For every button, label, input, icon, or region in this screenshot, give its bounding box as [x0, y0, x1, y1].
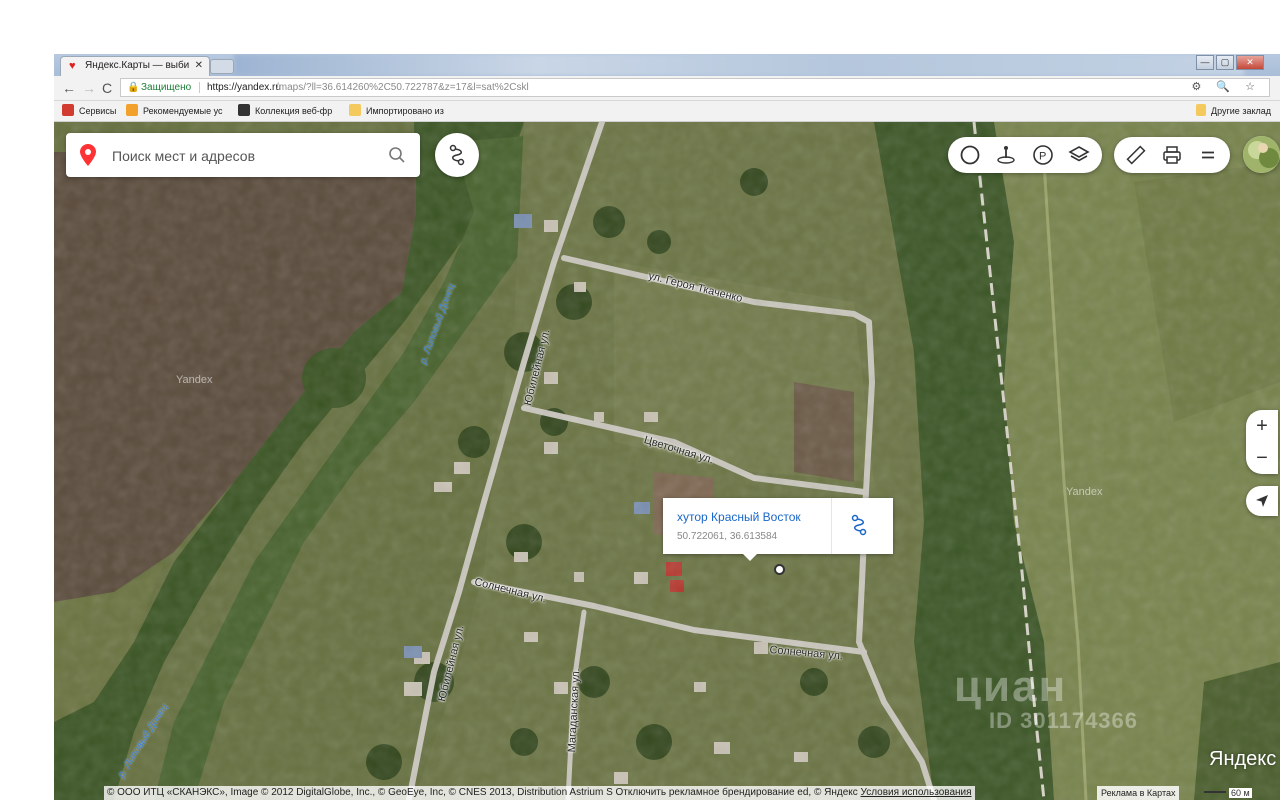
- yandex-maps-favicon-icon: ♥: [69, 60, 76, 72]
- tab-strip-background: [234, 54, 1244, 76]
- folder-icon: [349, 104, 361, 116]
- url-path: /maps/?ll=36.614260%2C50.722787&z=17&l=s…: [276, 82, 529, 93]
- print-icon: [1163, 146, 1181, 164]
- popup-divider: [831, 498, 832, 554]
- scale-value: 60 м: [1229, 788, 1252, 798]
- panorama-icon: [997, 146, 1015, 164]
- parking-button[interactable]: P: [1025, 137, 1061, 173]
- tab-title: Яндекс.Карты — выбирг: [85, 60, 189, 71]
- search-box: [66, 133, 420, 177]
- scale-bar: 60 м: [1204, 786, 1252, 800]
- route-icon[interactable]: [849, 514, 869, 536]
- user-avatar[interactable]: [1243, 136, 1280, 173]
- menu-button[interactable]: [1190, 137, 1226, 173]
- cian-watermark: циан: [954, 662, 1068, 711]
- cian-id-watermark: ID 301174366: [989, 708, 1139, 733]
- apps-grid-icon: [62, 104, 74, 116]
- other-bookmarks-label: Другие заклад: [1211, 106, 1271, 116]
- layers-icon: [1068, 146, 1090, 162]
- bookmark-recommended[interactable]: Рекомендуемые ус: [126, 101, 223, 121]
- search-input[interactable]: [110, 145, 374, 167]
- parking-icon: P: [1033, 145, 1053, 165]
- map-ads-link[interactable]: Реклама в Картах: [1097, 786, 1180, 800]
- bookmark-web-collection[interactable]: Коллекция веб-фр: [238, 101, 332, 121]
- address-bar-icons[interactable]: ⚙ 🔍 ☆: [1191, 79, 1261, 96]
- svg-text:P: P: [1039, 151, 1046, 163]
- tab-strip: ♥ Яндекс.Карты — выбирг ✕ — ▢ ✕: [54, 54, 1280, 76]
- yandex-watermark: Yandex: [176, 374, 213, 386]
- search-icon[interactable]: [388, 146, 406, 164]
- back-button[interactable]: ←: [62, 79, 76, 97]
- panorama-button[interactable]: [988, 137, 1024, 173]
- place-title[interactable]: хутор Красный Восток: [677, 510, 801, 524]
- place-marker[interactable]: [774, 564, 785, 575]
- address-separator: [199, 82, 200, 93]
- route-button[interactable]: [435, 133, 479, 177]
- bookmark-icon: [238, 104, 250, 116]
- satellite-map[interactable]: Yandex Yandex циан ID 301174366 ул. Геро…: [54, 122, 1280, 800]
- satellite-imagery: [54, 122, 1280, 800]
- location-pin-icon: [80, 144, 96, 166]
- terms-link[interactable]: Условия использования: [861, 787, 972, 798]
- browser-tab[interactable]: ♥ Яндекс.Карты — выбирг ✕: [60, 56, 210, 76]
- new-tab-button[interactable]: [210, 59, 234, 74]
- avatar-image: [1243, 136, 1280, 173]
- copyright-sources: © ООО ИТЦ «СКАНЭКС», Image © 2012 Digita…: [107, 787, 613, 798]
- reload-button[interactable]: C: [102, 79, 112, 97]
- zoom-out-button[interactable]: −: [1246, 442, 1278, 474]
- close-window-button[interactable]: ✕: [1236, 55, 1264, 70]
- geolocation-button[interactable]: [1246, 486, 1278, 516]
- maximize-button[interactable]: ▢: [1216, 55, 1234, 70]
- forward-button[interactable]: →: [82, 79, 96, 97]
- tools-toolbar: [1114, 137, 1230, 173]
- bookmark-imported[interactable]: Импортировано из: [349, 101, 444, 121]
- layers-button[interactable]: [1061, 137, 1097, 173]
- ruler-button[interactable]: [1118, 137, 1154, 173]
- yandex-watermark: Yandex: [1066, 486, 1103, 498]
- yandex-logo[interactable]: Яндекс: [1209, 748, 1276, 771]
- disable-ads-link[interactable]: Отключить рекламное брендирование: [616, 787, 795, 798]
- bookmark-label: Сервисы: [79, 106, 117, 116]
- map-layers-toolbar: P: [948, 137, 1102, 173]
- navigation-arrow-icon: [1256, 495, 1268, 507]
- place-popup[interactable]: хутор Красный Восток 50.722061, 36.61358…: [663, 498, 893, 561]
- place-coordinates: 50.722061, 36.613584: [677, 531, 778, 542]
- traffic-button[interactable]: [952, 137, 988, 173]
- bookmark-label: Коллекция веб-фр: [255, 106, 333, 116]
- other-bookmarks[interactable]: Другие заклад: [1196, 101, 1271, 121]
- bookmarks-bar: Сервисы Рекомендуемые ус Коллекция веб-ф…: [54, 101, 1280, 122]
- print-button[interactable]: [1154, 137, 1190, 173]
- tab-close-icon[interactable]: ✕: [195, 57, 203, 75]
- bookmark-services[interactable]: Сервисы: [62, 101, 116, 121]
- url-host: https://yandex.ru: [207, 82, 281, 93]
- menu-icon: [1202, 151, 1214, 159]
- secure-label: Защищено: [141, 82, 192, 93]
- scale-line: [1204, 791, 1226, 793]
- ruler-icon: [1126, 145, 1146, 165]
- folder-icon: [1196, 104, 1206, 116]
- address-bar[interactable]: 🔒 Защищено https://yandex.ru /maps/?ll=3…: [120, 78, 1270, 97]
- map-copyright-bar: © ООО ИТЦ «СКАНЭКС», Image © 2012 Digita…: [54, 786, 1280, 800]
- traffic-icon: [960, 145, 980, 165]
- route-icon: [449, 144, 465, 166]
- zoom-controls: + −: [1246, 410, 1278, 474]
- browser-toolbar: ← → C 🔒 Защищено https://yandex.ru /maps…: [54, 76, 1280, 101]
- minimize-button[interactable]: —: [1196, 55, 1214, 70]
- browser-window: ♥ Яндекс.Карты — выбирг ✕ — ▢ ✕ ← → C 🔒 …: [54, 54, 1280, 800]
- copyright-text: © ООО ИТЦ «СКАНЭКС», Image © 2012 Digita…: [104, 786, 975, 800]
- zoom-in-button[interactable]: +: [1246, 410, 1278, 442]
- copyright-ed: ed,: [797, 787, 812, 798]
- lock-icon: 🔒: [127, 82, 140, 93]
- bookmark-label: Рекомендуемые ус: [143, 106, 223, 116]
- copyright-yandex: © Яндекс: [813, 787, 858, 798]
- bookmark-label: Импортировано из: [366, 106, 444, 116]
- bookmark-icon: [126, 104, 138, 116]
